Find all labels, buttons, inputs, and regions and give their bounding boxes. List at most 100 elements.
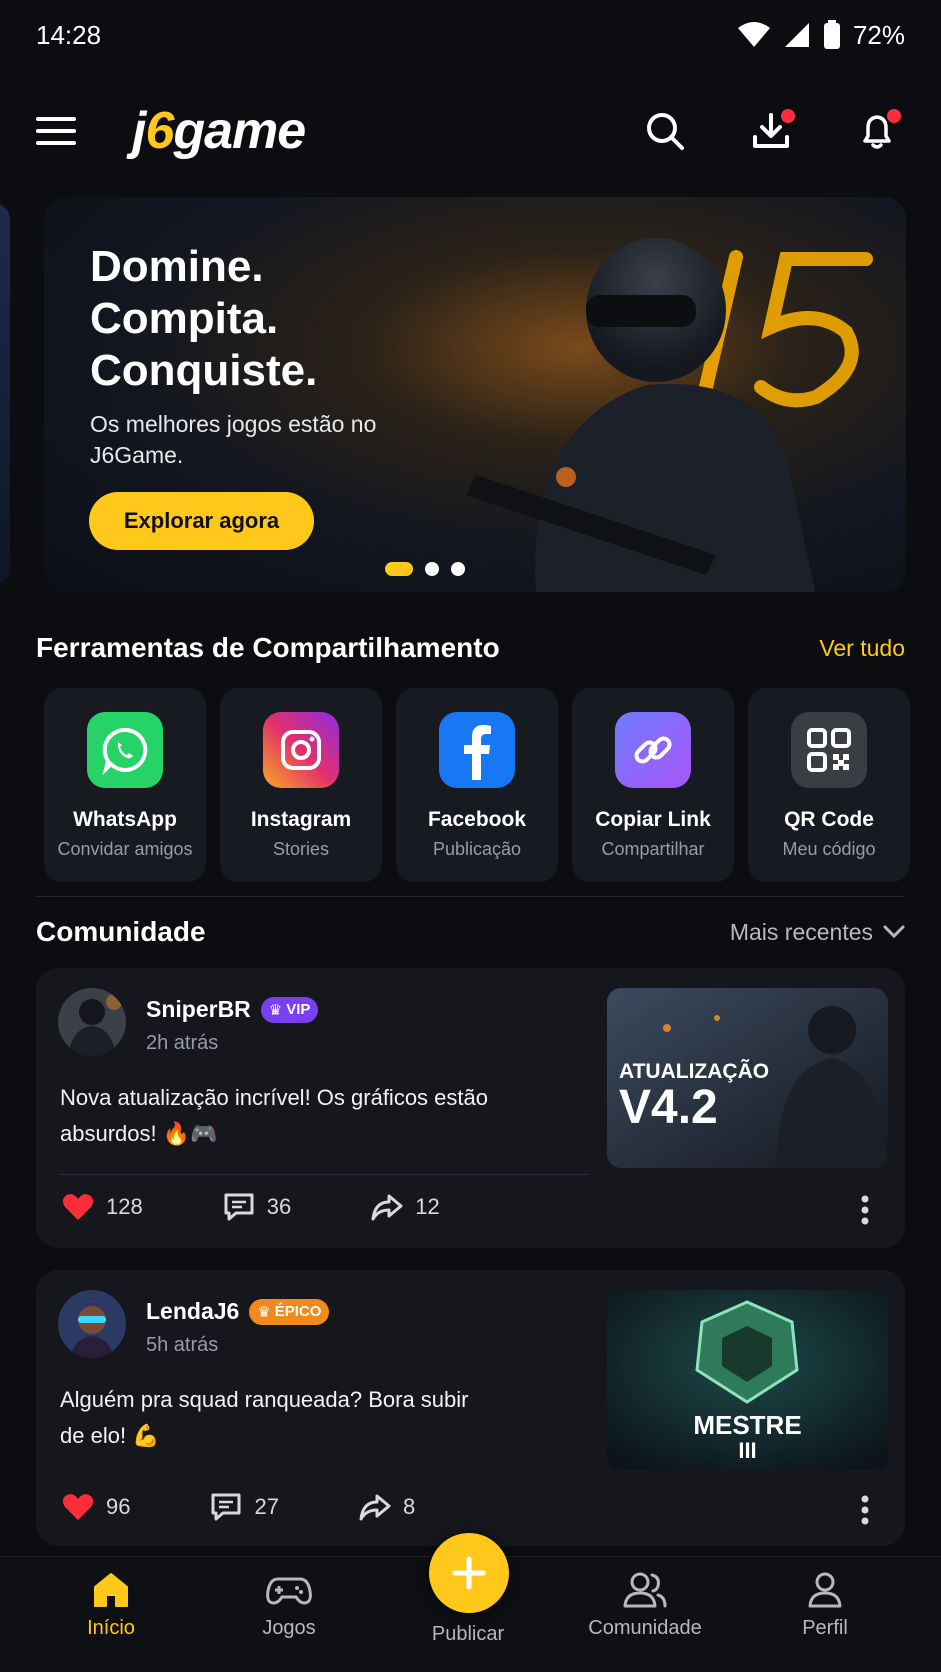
crown-icon: ♛ bbox=[257, 1303, 271, 1321]
avatar[interactable] bbox=[58, 1290, 126, 1358]
menu-button[interactable] bbox=[36, 103, 92, 159]
nav-profile[interactable]: Perfil bbox=[750, 1571, 900, 1640]
community-post[interactable]: SniperBR ♛ VIP 2h atrás Nova atualização … bbox=[36, 968, 905, 1248]
post-author: SniperBR ♛ VIP bbox=[146, 996, 319, 1023]
battery-icon bbox=[823, 20, 840, 49]
post-image[interactable]: ATUALIZAÇÃO V4.2 bbox=[607, 988, 888, 1168]
share-button[interactable]: 8 bbox=[359, 1493, 415, 1521]
search-button[interactable] bbox=[637, 103, 693, 159]
share-name: Instagram bbox=[250, 808, 352, 831]
nav-label: Publicar bbox=[431, 1623, 505, 1645]
notifications-button[interactable] bbox=[849, 103, 905, 159]
chevron-down-icon bbox=[883, 925, 905, 939]
carousel-indicator bbox=[385, 562, 465, 576]
share-instagram[interactable]: Instagram Stories bbox=[220, 688, 382, 882]
carousel-dot[interactable] bbox=[451, 562, 465, 576]
community-post[interactable]: LendaJ6 ♛ ÉPICO 5h atrás Alguém pra squad… bbox=[36, 1270, 905, 1546]
share-count: 12 bbox=[415, 1194, 440, 1219]
qr-code-icon bbox=[791, 712, 867, 788]
share-copy-link[interactable]: Copiar Link Compartilhar bbox=[572, 688, 734, 882]
post-more-button[interactable] bbox=[853, 1490, 877, 1530]
carousel-dot[interactable] bbox=[425, 562, 439, 576]
share-name: QR Code bbox=[784, 808, 874, 831]
app-header: j6game bbox=[0, 90, 941, 172]
comment-button[interactable]: 36 bbox=[223, 1192, 291, 1222]
post-actions: 128 36 12 bbox=[62, 1192, 440, 1222]
username[interactable]: SniperBR bbox=[146, 996, 251, 1023]
see-all-link[interactable]: Ver tudo bbox=[819, 635, 905, 662]
thumb-rank: MESTRE bbox=[693, 1410, 802, 1440]
plus-icon bbox=[452, 1556, 486, 1590]
carousel-dot[interactable] bbox=[385, 562, 413, 576]
more-vertical-icon bbox=[861, 1195, 869, 1225]
nav-games[interactable]: Jogos bbox=[214, 1571, 364, 1640]
nav-publish[interactable]: Publicar bbox=[393, 1623, 543, 1646]
status-bar: 14:28 72% bbox=[0, 0, 941, 70]
share-facebook[interactable]: Facebook Publicação bbox=[396, 688, 558, 882]
gamepad-icon bbox=[266, 1577, 312, 1605]
logo-accent: 6 bbox=[145, 102, 174, 160]
heart-icon bbox=[62, 1194, 94, 1220]
comment-button[interactable]: 27 bbox=[210, 1492, 279, 1522]
badge-label: ÉPICO bbox=[274, 1303, 322, 1320]
nav-home[interactable]: Início bbox=[36, 1571, 186, 1640]
share-tools-list: WhatsApp Convidar amigos Instagram Stori… bbox=[44, 688, 910, 882]
share-sub: Stories bbox=[272, 839, 330, 859]
share-arrow-icon bbox=[359, 1494, 391, 1521]
like-count: 96 bbox=[106, 1494, 131, 1519]
comment-icon bbox=[224, 1193, 254, 1221]
avatar[interactable] bbox=[58, 988, 126, 1056]
nav-community[interactable]: Comunidade bbox=[570, 1571, 720, 1640]
hamburger-icon bbox=[36, 117, 76, 145]
share-qr-code[interactable]: QR Code Meu código bbox=[748, 688, 910, 882]
share-count: 8 bbox=[402, 1494, 416, 1519]
download-button[interactable] bbox=[743, 103, 799, 159]
soldier-illustration bbox=[466, 238, 816, 592]
badge-label: VIP bbox=[286, 1001, 311, 1018]
heart-icon bbox=[62, 1494, 94, 1520]
post-more-button[interactable] bbox=[853, 1190, 877, 1230]
app-logo: j6game bbox=[132, 101, 306, 161]
search-icon bbox=[647, 113, 684, 150]
publish-fab[interactable] bbox=[429, 1533, 509, 1613]
share-tools-title: Ferramentas de Compartilhamento bbox=[36, 632, 500, 663]
status-time: 14:28 bbox=[36, 19, 102, 50]
post-time: 5h atrás bbox=[146, 1334, 219, 1356]
post-time: 2h atrás bbox=[146, 1032, 219, 1054]
logo-prefix: j bbox=[132, 102, 146, 160]
post-text: Nova atualização incrível! Os gráficos e… bbox=[60, 1085, 488, 1146]
post-author: LendaJ6 ♛ ÉPICO bbox=[146, 1298, 330, 1325]
share-button[interactable]: 12 bbox=[371, 1193, 440, 1221]
hero-subtitle: Os melhores jogos estão no J6Game. bbox=[90, 411, 377, 468]
instagram-icon bbox=[263, 712, 339, 788]
nav-label: Perfil bbox=[802, 1617, 848, 1639]
nav-label: Jogos bbox=[262, 1617, 316, 1639]
share-arrow-icon bbox=[371, 1194, 403, 1221]
explore-button[interactable]: Explorar agora bbox=[89, 492, 314, 550]
share-tools-header: Ferramentas de Compartilhamento Ver tudo bbox=[36, 632, 905, 664]
username[interactable]: LendaJ6 bbox=[146, 1298, 239, 1325]
hero-title: Domine. Compita. Conquiste. bbox=[90, 242, 318, 395]
epic-badge: ♛ ÉPICO bbox=[249, 1298, 330, 1325]
hero-banner[interactable]: Domine. Compita. Conquiste. Os melhores … bbox=[44, 197, 906, 592]
share-whatsapp[interactable]: WhatsApp Convidar amigos bbox=[44, 688, 206, 882]
post-image[interactable]: MESTRE III bbox=[607, 1290, 888, 1470]
like-button[interactable]: 96 bbox=[62, 1493, 130, 1521]
comment-count: 27 bbox=[254, 1494, 279, 1519]
status-icons: 72% bbox=[737, 20, 905, 51]
vip-badge: ♛ VIP bbox=[260, 996, 319, 1023]
like-button[interactable]: 128 bbox=[62, 1193, 143, 1221]
community-title: Comunidade bbox=[36, 916, 206, 947]
post-text: Alguém pra squad ranqueada? Bora subir d… bbox=[60, 1387, 469, 1448]
comment-icon bbox=[211, 1493, 241, 1521]
whatsapp-icon bbox=[87, 712, 163, 788]
share-sub: Convidar amigos bbox=[57, 839, 193, 859]
share-name: Facebook bbox=[427, 808, 527, 831]
sort-label: Mais recentes bbox=[729, 918, 873, 945]
notifications-badge bbox=[887, 109, 901, 123]
battery-percent: 72% bbox=[852, 19, 905, 50]
wifi-icon bbox=[737, 22, 770, 47]
previous-banner-peek[interactable] bbox=[0, 204, 10, 584]
post-separator bbox=[60, 1174, 590, 1175]
sort-dropdown[interactable]: Mais recentes bbox=[730, 919, 905, 946]
